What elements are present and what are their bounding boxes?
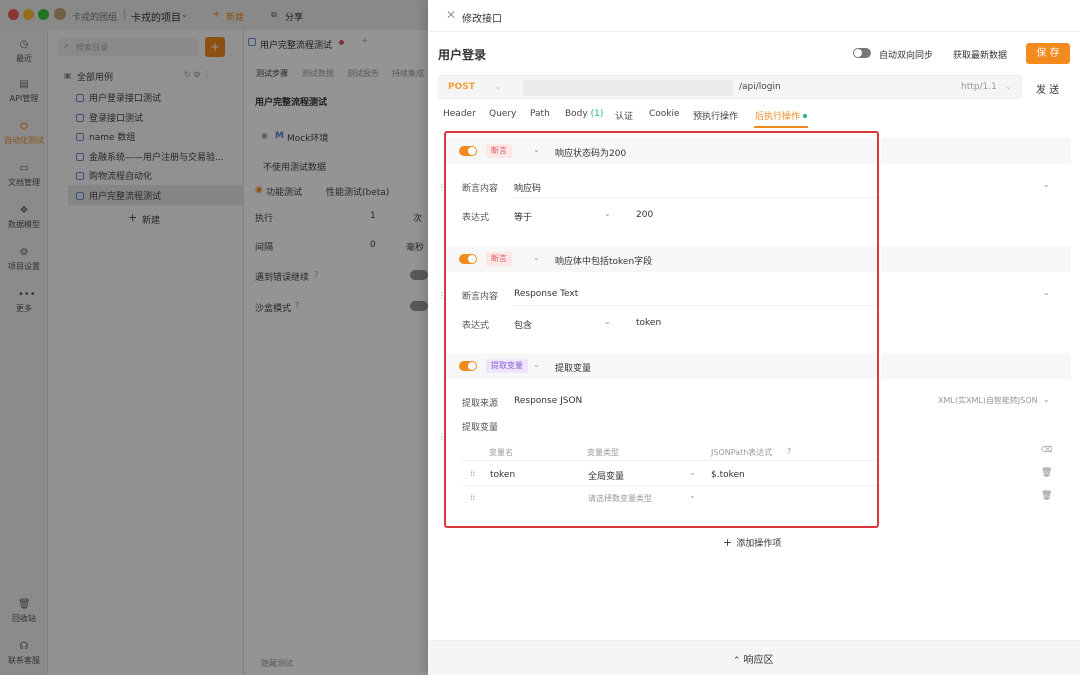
close-icon[interactable]: ✕ <box>446 9 456 21</box>
sync-label: 自动双向同步 <box>879 51 934 61</box>
expr-label: 表达式 <box>462 213 490 223</box>
jsonpath-input[interactable]: $.token <box>711 470 745 480</box>
op-type-tag[interactable]: 提取变量 <box>486 359 528 373</box>
active-tab-indicator <box>754 126 808 128</box>
chevron-down-icon[interactable]: ⌄ <box>604 209 611 218</box>
assert-target-label: 断言内容 <box>462 184 499 194</box>
method-select[interactable]: POST <box>448 82 475 92</box>
toggle-knob <box>854 49 862 57</box>
var-name-input[interactable]: token <box>490 470 515 480</box>
send-button[interactable]: 发 送 <box>1036 81 1059 96</box>
drawer-header: ✕ 修改接口 <box>428 0 1080 32</box>
http-version-select[interactable]: http/1.1 <box>961 82 997 92</box>
var-type-select[interactable]: 全局变量 <box>588 469 624 482</box>
tab-post-exec-label: 后执行操作 <box>755 112 801 122</box>
chevron-down-icon[interactable]: ⌄ <box>533 360 540 369</box>
drag-handle-icon[interactable]: ⁞⁞ <box>470 470 475 478</box>
expr-select[interactable]: 包含 <box>514 318 532 331</box>
divider <box>462 485 877 486</box>
modal-overlay <box>0 0 430 675</box>
plus-icon: + <box>723 536 733 549</box>
op-description[interactable]: 响应状态码为200 <box>555 146 626 159</box>
chevron-down-icon[interactable]: ⌄ <box>533 253 540 262</box>
response-panel-toggle[interactable]: ⌃ 响应区 <box>428 640 1080 675</box>
help-icon: ? <box>787 447 792 456</box>
tab-post-exec[interactable]: 后执行操作 <box>755 109 808 122</box>
chevron-down-icon[interactable]: ⌄ <box>1043 395 1050 404</box>
source-select[interactable]: Response JSON <box>514 396 582 406</box>
tab-pre-exec[interactable]: 预执行操作 <box>693 109 738 122</box>
col-var-type: 变量类型 <box>587 448 619 457</box>
request-tabs: Header Query Path Body (1) 认证 Cookie 预执行… <box>428 104 1080 128</box>
tab-header[interactable]: Header <box>443 109 476 119</box>
tab-auth[interactable]: 认证 <box>615 109 633 122</box>
assert-target-select[interactable]: 响应码 <box>514 181 541 194</box>
op-type-tag[interactable]: 断言 <box>486 144 512 158</box>
op-strip-extension <box>881 353 1071 379</box>
delete-row-icon[interactable]: 🗑 <box>1041 468 1052 478</box>
tab-path[interactable]: Path <box>530 109 550 119</box>
op-type-tag[interactable]: 断言 <box>486 252 512 266</box>
sync-toggle[interactable] <box>853 48 871 58</box>
tab-body[interactable]: Body (1) <box>565 109 603 119</box>
op-strip-extension <box>881 138 1071 164</box>
drawer-title: 修改接口 <box>462 14 502 25</box>
chevron-down-icon[interactable]: ⌄ <box>1043 288 1050 297</box>
toggle-knob <box>468 255 476 263</box>
chevron-down-icon[interactable]: ⌄ <box>604 317 611 326</box>
base-url-redacted <box>523 80 733 96</box>
drag-handle-icon[interactable]: ⁞⁞ <box>470 494 475 502</box>
api-name: 用户登录 <box>438 48 487 62</box>
chevron-up-icon: ⌃ <box>733 656 741 666</box>
source-hint: XML(实XML)自智能转JSON <box>938 396 1038 405</box>
var-type-select[interactable]: 请选择数变量类型 <box>588 493 652 504</box>
add-operation-button[interactable]: + 添加操作项 <box>723 536 781 549</box>
toggle-knob <box>468 362 476 370</box>
fetch-latest-button[interactable]: 获取最新数据 <box>953 48 1007 61</box>
divider <box>512 305 877 306</box>
expected-value-input[interactable]: token <box>636 318 661 328</box>
op-strip-extension <box>881 246 1071 272</box>
response-label: ⌃ 响应区 <box>733 651 774 666</box>
tab-body-label: Body <box>565 109 588 119</box>
tab-cookie[interactable]: Cookie <box>649 109 680 119</box>
expr-select[interactable]: 等于 <box>514 210 532 223</box>
status-dot <box>803 114 808 118</box>
divider <box>462 460 877 461</box>
chevron-down-icon[interactable]: ⌄ <box>689 491 696 500</box>
expr-label: 表达式 <box>462 321 490 331</box>
toggle-knob <box>468 147 476 155</box>
op-description[interactable]: 响应体中包括token字段 <box>555 254 652 267</box>
clear-icon[interactable]: ⌫ <box>1041 445 1052 454</box>
response-label-text: 响应区 <box>743 655 774 666</box>
source-label: 提取来源 <box>462 399 499 409</box>
col-var-name: 变量名 <box>489 448 513 457</box>
vars-label: 提取变量 <box>462 423 499 433</box>
add-operation-label: 添加操作项 <box>736 539 782 549</box>
body-count: (1) <box>590 109 604 119</box>
url-bar: POST ⌄ /api/login http/1.1 ⌄ <box>438 75 1022 99</box>
chevron-down-icon[interactable]: ⌄ <box>689 468 696 477</box>
chevron-down-icon[interactable]: ⌄ <box>533 145 540 154</box>
edit-api-drawer: ✕ 修改接口 用户登录 自动双向同步 获取最新数据 保 存 POST ⌄ /ap… <box>428 0 1080 675</box>
chevron-down-icon[interactable]: ⌄ <box>1043 180 1050 189</box>
delete-row-icon[interactable]: 🗑 <box>1041 491 1052 501</box>
expected-value-input[interactable]: 200 <box>636 210 653 220</box>
col-jsonpath: JSONPath表达式 <box>711 448 773 457</box>
chevron-down-icon: ⌄ <box>495 82 502 91</box>
op-description[interactable]: 提取变量 <box>555 361 591 374</box>
tab-query[interactable]: Query <box>489 109 516 119</box>
op-toggle[interactable] <box>459 146 477 156</box>
assert-target-label: 断言内容 <box>462 292 499 302</box>
save-button[interactable]: 保 存 <box>1026 43 1070 64</box>
op-toggle[interactable] <box>459 254 477 264</box>
op-toggle[interactable] <box>459 361 477 371</box>
assert-target-select[interactable]: Response Text <box>514 289 578 299</box>
chevron-down-icon: ⌄ <box>1005 82 1012 91</box>
post-exec-operations: 断言 ⌄ 响应状态码为200 断言内容 响应码 表达式 等于 ⌄ 200 断言 … <box>444 131 879 528</box>
url-path-input[interactable]: /api/login <box>739 82 781 92</box>
divider <box>512 197 877 198</box>
